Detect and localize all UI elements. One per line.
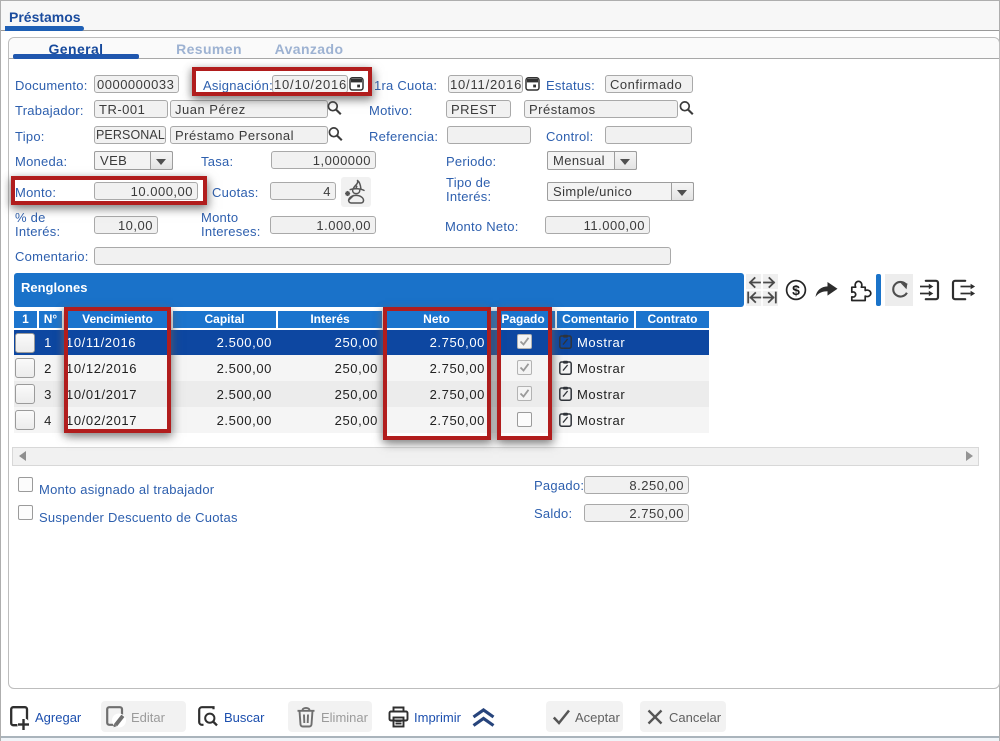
- svg-text:$: $: [792, 282, 800, 298]
